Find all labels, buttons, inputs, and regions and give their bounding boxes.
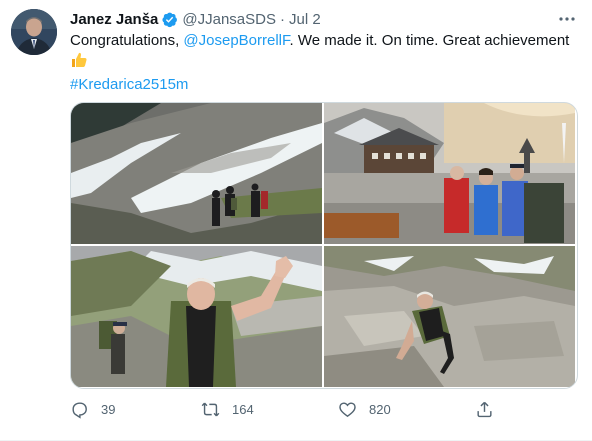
tweet-text-part: Congratulations,: [70, 32, 184, 49]
avatar-image: [11, 9, 57, 55]
photo-man-waving[interactable]: [71, 246, 322, 387]
verified-badge-icon: [161, 11, 178, 28]
reply-button[interactable]: 39: [70, 397, 115, 421]
like-button[interactable]: 820: [338, 397, 391, 421]
media-grid: [70, 102, 578, 389]
photo-man-climbing[interactable]: [324, 246, 575, 387]
retweet-button[interactable]: 164: [201, 397, 254, 421]
tweet-text: Congratulations, @JosepBorrellF. We made…: [70, 31, 575, 95]
photo-group-hut[interactable]: [324, 103, 575, 244]
author-name[interactable]: Janez Janša: [70, 11, 158, 28]
tweet-card[interactable]: Janez Janša @JJansaSDS · Jul 2 Congratul…: [0, 0, 592, 441]
reply-icon: [72, 401, 87, 419]
tweet-header: Janez Janša @JJansaSDS · Jul 2: [70, 8, 321, 30]
retweet-icon: [201, 402, 220, 416]
mention-link[interactable]: @JosepBorrellF: [183, 32, 289, 49]
like-count: 820: [369, 401, 391, 417]
photo-hikers-slope[interactable]: [71, 103, 322, 244]
tweet-actions: 39 164 820: [70, 397, 500, 421]
share-icon: [477, 401, 492, 417]
header-separator: ·: [280, 10, 285, 28]
thumbs-up-icon: [70, 51, 88, 75]
hashtag-link[interactable]: #Kredarica2515m: [70, 76, 188, 93]
share-button[interactable]: [475, 397, 506, 421]
author-handle[interactable]: @JJansaSDS: [182, 11, 276, 28]
more-icon[interactable]: [556, 8, 578, 30]
like-icon: [339, 401, 356, 417]
tweet-text-part: . We made it. On time. Great achievement: [289, 32, 570, 49]
tweet-date[interactable]: Jul 2: [289, 11, 321, 28]
avatar[interactable]: [11, 9, 57, 55]
reply-count: 39: [101, 401, 116, 417]
retweet-count: 164: [232, 401, 254, 417]
